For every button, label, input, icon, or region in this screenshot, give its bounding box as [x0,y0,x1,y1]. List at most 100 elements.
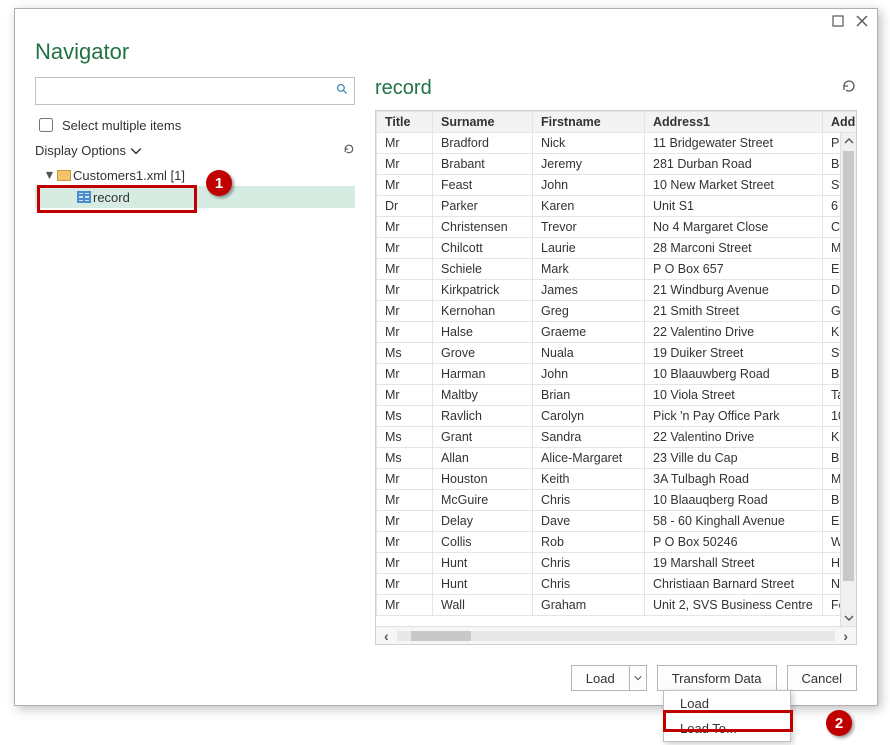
scroll-left-icon[interactable]: ‹ [380,628,393,644]
table-row[interactable]: MrBrabantJeremy281 Durban RoadBellville [377,154,857,175]
table-row[interactable]: MrHoustonKeith3A Tulbagh RoadMilnerton [377,469,857,490]
table-cell: Jeremy [533,154,645,175]
scroll-down-icon[interactable] [841,610,856,626]
table-row[interactable]: MsRavlichCarolynPick 'n Pay Office Park1… [377,406,857,427]
table-cell: 58 - 60 Kinghall Avenue [645,511,823,532]
cancel-button[interactable]: Cancel [787,665,857,691]
table-cell: Laurie [533,238,645,259]
search-icon[interactable] [336,82,348,100]
table-cell: 21 Windburg Avenue [645,280,823,301]
table-cell: 19 Marshall Street [645,553,823,574]
table-cell: 28 Marconi Street [645,238,823,259]
column-header[interactable]: Title [377,112,433,133]
table-cell: Mr [377,238,433,259]
table-row[interactable]: MrKernohanGreg21 Smith StreetGlen [377,301,857,322]
table-row[interactable]: MrMaltbyBrian10 Viola StreetTable [377,385,857,406]
collapse-icon[interactable] [43,171,55,180]
table-row[interactable]: MrWallGrahamUnit 2, SVS Business CentreF… [377,595,857,616]
table-row[interactable]: MsAllanAlice-Margaret23 Ville du CapBlaa… [377,448,857,469]
refresh-icon[interactable] [343,143,355,158]
table-row[interactable]: MrHalseGraeme22 Valentino DriveKirstenho… [377,322,857,343]
tree-root-label: Customers1.xml [1] [73,168,185,183]
transform-data-button[interactable]: Transform Data [657,665,777,691]
table-cell: Kirkpatrick [433,280,533,301]
close-icon[interactable] [853,12,871,30]
table-cell: Brabant [433,154,533,175]
column-header[interactable]: Surname [433,112,533,133]
table-cell: Houston [433,469,533,490]
table-cell: Brian [533,385,645,406]
table-cell: Mr [377,595,433,616]
table-row[interactable]: MrChilcottLaurie28 Marconi StreetMonte [377,238,857,259]
table-cell: Graeme [533,322,645,343]
callout-frame-1 [37,185,197,213]
preview-refresh-icon[interactable] [841,77,857,100]
hscroll-thumb[interactable] [411,631,471,641]
table-cell: 3A Tulbagh Road [645,469,823,490]
table-cell: Dr [377,196,433,217]
table-cell: Pick 'n Pay Office Park [645,406,823,427]
maximize-icon[interactable] [829,12,847,30]
table-cell: P O Box 50246 [645,532,823,553]
table-cell: Mr [377,217,433,238]
table-cell: Mr [377,532,433,553]
horizontal-scrollbar[interactable]: ‹ › [376,626,856,644]
table-cell: Carolyn [533,406,645,427]
table-row[interactable]: MsGrantSandra22 Valentino DriveKirstenho… [377,427,857,448]
table-cell: Ms [377,427,433,448]
table-row[interactable]: MsGroveNuala19 Duiker StreetStruisbaai [377,343,857,364]
table-cell: Grove [433,343,533,364]
table-cell: Collis [433,532,533,553]
select-multiple-checkbox[interactable] [39,118,53,132]
table-cell: Mr [377,511,433,532]
table-cell: Dave [533,511,645,532]
scroll-up-icon[interactable] [841,133,856,149]
scroll-thumb[interactable] [843,151,854,581]
table-cell: No 4 Margaret Close [645,217,823,238]
table-cell: 22 Valentino Drive [645,427,823,448]
select-multiple-checkbox-row[interactable]: Select multiple items [35,115,355,135]
table-cell: Rob [533,532,645,553]
left-pane: Select multiple items Display Options [35,77,355,645]
table-cell: Karen [533,196,645,217]
load-button[interactable]: Load [571,665,629,691]
column-header[interactable]: Address1 [645,112,823,133]
table-cell: Parker [433,196,533,217]
table-cell: 19 Duiker Street [645,343,823,364]
tree-root-node[interactable]: Customers1.xml [1] [35,164,355,186]
column-header[interactable]: Firstname [533,112,645,133]
chevron-down-icon [634,674,642,682]
column-header[interactable]: Address2 [823,112,857,133]
table-cell: Mr [377,322,433,343]
table-row[interactable]: MrSchieleMarkP O Box 657Edgemead [377,259,857,280]
table-row[interactable]: MrHuntChrisChristiaan Barnard StreetNew [377,574,857,595]
navigator-dialog: Navigator Select multiple items Display … [14,8,878,706]
table-cell: Wall [433,595,533,616]
table-row[interactable]: MrMcGuireChris10 Blaauqberg RoadBlouberg [377,490,857,511]
table-cell: Mr [377,175,433,196]
search-box[interactable] [35,77,355,105]
table-cell: Greg [533,301,645,322]
table-row[interactable]: MrFeastJohn10 New Market StreetStanford [377,175,857,196]
table-row[interactable]: MrBradfordNick11 Bridgewater StreetPaarl [377,133,857,154]
load-dropdown-toggle[interactable] [629,665,647,691]
table-cell: 10 Blaauqberg Road [645,490,823,511]
display-options-dropdown[interactable]: Display Options [35,143,142,158]
load-split-button[interactable]: Load [571,665,647,691]
table-cell: Mr [377,259,433,280]
table-cell: Mr [377,385,433,406]
table-cell: Unit 2, SVS Business Centre [645,595,823,616]
table-row[interactable]: DrParkerKarenUnit S16 Beach [377,196,857,217]
table-row[interactable]: MrHarmanJohn10 Blaauwberg RoadBlouberg [377,364,857,385]
search-input[interactable] [36,78,354,104]
table-cell: Ravlich [433,406,533,427]
scroll-right-icon[interactable]: › [839,628,852,644]
table-row[interactable]: MrChristensenTrevorNo 4 Margaret CloseCo… [377,217,857,238]
table-row[interactable]: MrHuntChris19 Marshall StreetHumewood [377,553,857,574]
table-row[interactable]: MrCollisRobP O Box 50246Waterfront [377,532,857,553]
vertical-scrollbar[interactable] [840,133,856,626]
dialog-titlebar [15,9,877,33]
table-row[interactable]: MrKirkpatrickJames21 Windburg AvenueDevi… [377,280,857,301]
hscroll-track[interactable] [397,631,836,641]
table-row[interactable]: MrDelayDave58 - 60 Kinghall AvenueEpping [377,511,857,532]
